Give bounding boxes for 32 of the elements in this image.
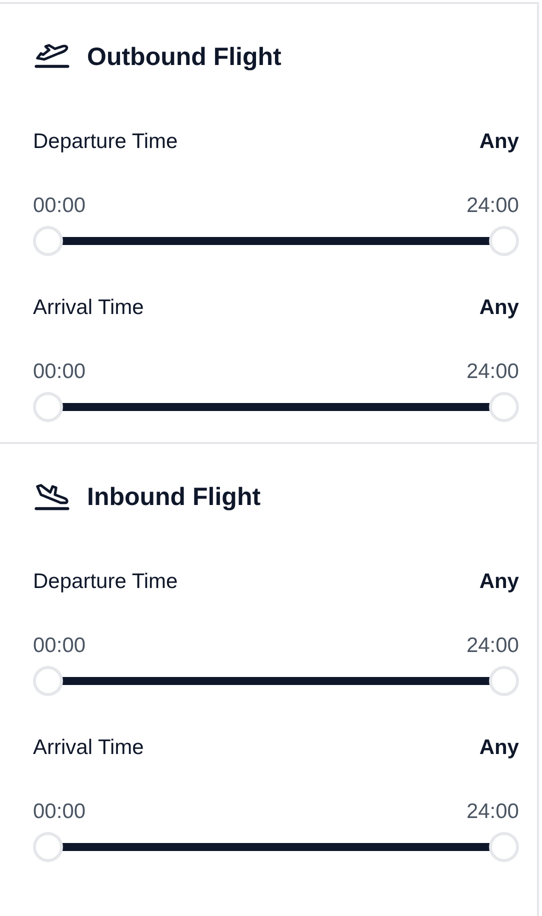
section-title: Outbound Flight <box>87 42 282 72</box>
min-time-label: 00:00 <box>33 193 86 219</box>
slider-handle[interactable] <box>33 392 63 422</box>
slider-handle[interactable] <box>489 832 519 862</box>
filter-label: Arrival Time <box>33 295 144 321</box>
range-slider[interactable] <box>33 392 519 422</box>
plane-landing-icon <box>33 483 71 511</box>
filter-value: Any <box>479 295 519 321</box>
plane-takeoff-icon <box>33 43 71 71</box>
slider-handle[interactable] <box>489 666 519 696</box>
filter-value: Any <box>479 735 519 761</box>
section-title: Inbound Flight <box>87 482 261 512</box>
slider-handle[interactable] <box>33 226 63 256</box>
slider-handle[interactable] <box>489 226 519 256</box>
slider-handle[interactable] <box>33 832 63 862</box>
filter-value: Any <box>479 569 519 595</box>
range-slider[interactable] <box>33 832 519 862</box>
max-time-label: 24:00 <box>466 193 519 219</box>
slider-handle[interactable] <box>33 666 63 696</box>
range-slider[interactable] <box>33 226 519 256</box>
filter-value: Any <box>479 129 519 155</box>
max-time-label: 24:00 <box>466 359 519 385</box>
filter-label: Departure Time <box>33 129 178 155</box>
max-time-label: 24:00 <box>466 799 519 825</box>
max-time-label: 24:00 <box>466 633 519 659</box>
slider-handle[interactable] <box>489 392 519 422</box>
min-time-label: 00:00 <box>33 359 86 385</box>
min-time-label: 00:00 <box>33 799 86 825</box>
filter-label: Arrival Time <box>33 735 144 761</box>
filter-label: Departure Time <box>33 569 178 595</box>
range-slider[interactable] <box>33 666 519 696</box>
min-time-label: 00:00 <box>33 633 86 659</box>
